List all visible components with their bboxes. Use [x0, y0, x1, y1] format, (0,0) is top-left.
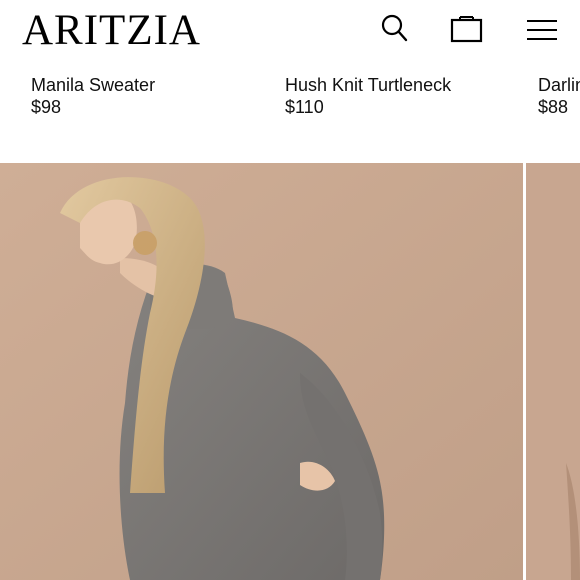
- product-name[interactable]: Manila Sweater: [31, 74, 155, 96]
- brand-logo[interactable]: ARITZIA: [22, 8, 201, 54]
- product-image[interactable]: [526, 163, 580, 580]
- product-image[interactable]: [0, 163, 523, 580]
- shopping-bag-icon[interactable]: [450, 14, 484, 44]
- product-name[interactable]: Hush Knit Turtleneck: [285, 74, 451, 96]
- product-image-row: [0, 163, 580, 580]
- site-header: ARITZIA: [0, 0, 580, 62]
- search-icon[interactable]: [380, 12, 410, 44]
- product-price: $88: [538, 97, 569, 117]
- product-name[interactable]: Darlin: [538, 74, 580, 96]
- product-price: $110: [285, 97, 324, 117]
- product-price: $98: [31, 97, 62, 117]
- product-card-1[interactable]: Hush Knit Turtleneck $110: [285, 74, 451, 118]
- product-card-2[interactable]: Darlin $88: [538, 74, 580, 118]
- menu-icon[interactable]: [525, 18, 559, 44]
- product-card-0[interactable]: Manila Sweater $98: [31, 74, 155, 118]
- product-strip: Manila Sweater $98 Hush Knit Turtleneck …: [0, 68, 580, 163]
